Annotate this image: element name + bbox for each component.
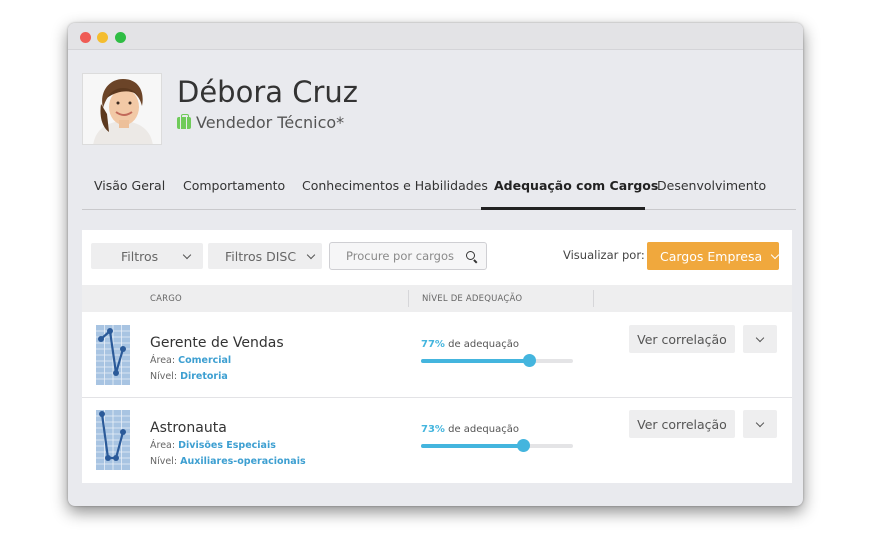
tab-desenvolvimento[interactable]: Desenvolvimento [657,178,766,193]
fit-percentage-value: 77% [421,339,445,350]
briefcase-icon [177,113,191,129]
close-window-button[interactable] [80,32,91,43]
fit-progress-fill [421,444,524,448]
filters-label: Filtros [121,248,159,264]
fit-progress-fill [421,359,529,363]
disc-filters-label: Filtros DISC [225,248,297,264]
view-by-label: Visualizar por: [563,248,645,262]
job-level: Nível: Auxiliares-operacionais [150,456,306,467]
tab-conhecimentos[interactable]: Conhecimentos e Habilidades [302,178,488,193]
fit-progress-bar [421,439,573,452]
job-area: Área: Divisões Especiais [150,440,276,451]
tab-bar: Visão Geral Comportamento Conhecimentos … [82,169,796,210]
job-level-label: Nível: [150,371,178,382]
column-header-cargo: CARGO [150,294,182,304]
fit-percentage-suffix: de adequação [448,339,519,350]
chevron-down-icon [770,250,780,259]
job-title: Astronauta [150,420,227,436]
minimize-window-button[interactable] [97,32,108,43]
fit-progress-knob [517,439,531,452]
column-divider [593,290,594,307]
column-header-nivel: NÍVEL DE ADEQUAÇÃO [422,294,523,304]
profile-role-label: Vendedor Técnico* [196,113,345,132]
job-level: Nível: Diretoria [150,371,228,382]
chevron-down-icon [306,250,316,259]
results-panel: Filtros Filtros DISC Visualizar por: Car… [82,230,792,483]
search-icon[interactable] [466,251,475,260]
view-by-dropdown[interactable]: Cargos Empresa [647,242,780,270]
view-by-value: Cargos Empresa [660,248,763,264]
filters-dropdown[interactable]: Filtros [91,243,203,269]
tab-adequacao[interactable]: Adequação com Cargos [494,178,658,193]
maximize-window-button[interactable] [115,32,126,43]
column-divider [408,290,409,307]
view-correlation-button[interactable]: Ver correlação [629,410,735,438]
view-correlation-button[interactable]: Ver correlação [629,325,735,353]
profile-photo [82,73,162,145]
active-tab-indicator [481,207,645,210]
tab-visao-geral[interactable]: Visão Geral [94,178,165,193]
chevron-down-icon [182,250,192,259]
job-area-label: Área: [150,355,176,366]
fit-progress-knob [522,354,536,367]
table-row: Gerente de Vendas Área: Comercial Nível:… [82,313,792,398]
fit-percentage: 77% de adequação [421,339,519,350]
app-window: Débora Cruz Vendedor Técnico* Visão Gera… [68,23,803,506]
job-area-label: Área: [150,440,176,451]
fit-progress-bar [421,354,573,367]
table-row: Astronauta Área: Divisões Especiais Níve… [82,398,792,483]
search-input[interactable] [329,242,487,270]
profile-role: Vendedor Técnico* [177,113,344,132]
job-level-link[interactable]: Diretoria [180,371,228,382]
chevron-down-icon [755,418,765,427]
chevron-down-icon [755,333,765,342]
row-options-button[interactable] [743,325,777,353]
job-profile-chart-icon [96,410,130,470]
job-area-link[interactable]: Comercial [178,355,231,366]
job-level-link[interactable]: Auxiliares-operacionais [180,456,306,467]
tab-comportamento[interactable]: Comportamento [183,178,285,193]
job-area: Área: Comercial [150,355,231,366]
job-area-link[interactable]: Divisões Especiais [178,440,276,451]
job-profile-chart-icon [96,325,130,385]
table-header: CARGO NÍVEL DE ADEQUAÇÃO [82,285,792,312]
job-level-label: Nível: [150,456,178,467]
disc-filters-dropdown[interactable]: Filtros DISC [208,243,322,269]
fit-percentage-value: 73% [421,424,445,435]
row-options-button[interactable] [743,410,777,438]
title-bar [68,23,803,50]
profile-name: Débora Cruz [177,75,359,109]
fit-percentage-suffix: de adequação [448,424,519,435]
fit-percentage: 73% de adequação [421,424,519,435]
job-title: Gerente de Vendas [150,335,284,351]
